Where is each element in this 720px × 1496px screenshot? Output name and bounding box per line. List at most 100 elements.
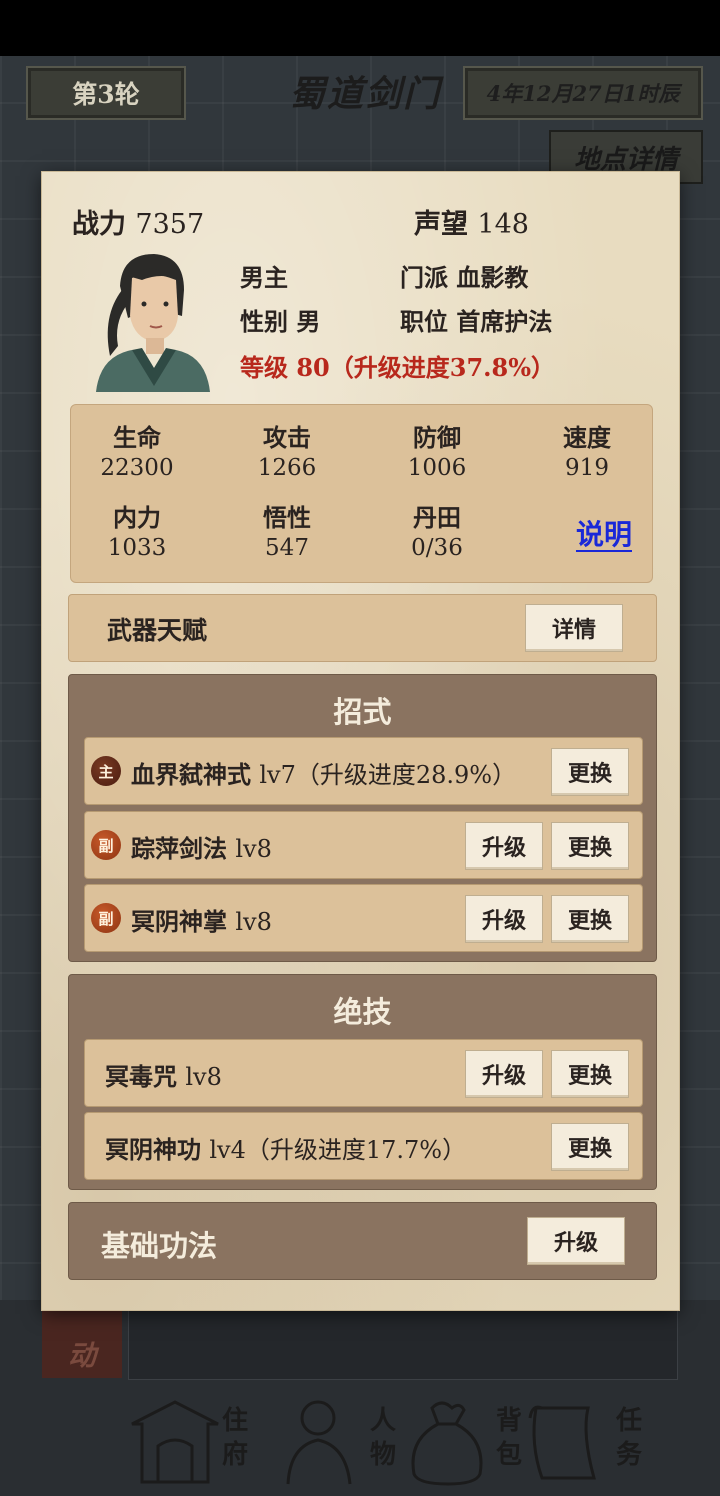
- skill-name: 踪萍剑法 lv8: [131, 829, 272, 864]
- activity-log: [128, 1306, 678, 1380]
- bag-icon: [411, 1401, 483, 1486]
- stat-value: 1266: [257, 455, 317, 481]
- gender-info: 性别 男: [240, 302, 320, 337]
- moves-title: 招式: [333, 695, 392, 729]
- skill-level: lv7（升级进度28.9%）: [259, 761, 517, 789]
- skill-name: 冥阴神功 lv4（升级进度17.7%）: [105, 1130, 466, 1165]
- nav-house[interactable]: 住府: [128, 1394, 278, 1486]
- stat-attack: 攻击 1266: [227, 423, 347, 483]
- skill-title: 冥阴神功: [105, 1135, 201, 1164]
- weapon-talent-row: 武器天赋 详情: [68, 594, 657, 662]
- sect-info: 门派 血影教: [400, 258, 528, 293]
- sub-badge-icon: 副: [91, 903, 121, 933]
- nav-person-label: 人物: [369, 1406, 396, 1470]
- level-progress: 等级 80（升级进度37.8%）: [240, 353, 556, 382]
- replace-button[interactable]: 更换: [551, 895, 629, 943]
- stat-value: 919: [565, 455, 609, 481]
- skill-name: 血界弑神式 lv7（升级进度28.9%）: [131, 755, 516, 790]
- stat-label: 攻击: [263, 423, 311, 452]
- power-value: 7357: [135, 209, 205, 240]
- stat-label: 防御: [413, 423, 461, 452]
- stat-label: 速度: [563, 423, 611, 452]
- skill-row: 主 血界弑神式 lv7（升级进度28.9%） 更换: [84, 737, 643, 805]
- stat-label: 丹田: [413, 503, 461, 532]
- skill-title: 血界弑神式: [131, 760, 251, 789]
- skill-level: lv4（升级进度17.7%）: [209, 1136, 467, 1164]
- prestige-stat: 声望 148: [414, 202, 529, 241]
- moves-section: 招式 主 血界弑神式 lv7（升级进度28.9%） 更换 副 踪萍剑法 lv8 …: [68, 674, 657, 962]
- person-icon: [286, 1400, 352, 1485]
- replace-button[interactable]: 更换: [551, 822, 629, 870]
- basic-upgrade-button[interactable]: 升级: [527, 1217, 625, 1265]
- nav-house-label: 住府: [221, 1406, 248, 1470]
- stat-inner-power: 内力 1033: [77, 503, 197, 563]
- nav-bag-label: 背包: [495, 1406, 522, 1470]
- nav-quest-label: 任务: [615, 1406, 642, 1470]
- gender-value: 男: [296, 307, 321, 336]
- nav-quest[interactable]: 任务: [522, 1394, 672, 1486]
- prestige-value: 148: [477, 209, 529, 240]
- bottom-nav: 住府 人物 背包 任务: [0, 1384, 720, 1496]
- stat-defense: 防御 1006: [377, 423, 497, 483]
- weapon-detail-button[interactable]: 详情: [525, 604, 623, 652]
- house-icon: [131, 1400, 219, 1484]
- skill-name: 冥毒咒 lv8: [105, 1057, 222, 1092]
- stat-value: 0/36: [411, 535, 463, 561]
- skill-title: 冥阴神掌: [131, 907, 227, 936]
- stat-value: 547: [265, 535, 309, 561]
- stat-hp: 生命 22300: [77, 423, 197, 483]
- upgrade-button[interactable]: 升级: [465, 1050, 543, 1098]
- status-bar: [0, 0, 720, 56]
- stat-value: 1006: [407, 455, 467, 481]
- character-panel: 战力 7357 声望 148 男主 门派 血影教 性别 男 职位 首席护法 等级…: [42, 172, 679, 1310]
- replace-button[interactable]: 更换: [551, 748, 629, 796]
- stat-comprehension: 悟性 547: [227, 503, 347, 563]
- skill-title: 踪萍剑法: [131, 834, 227, 863]
- scroll-icon: [528, 1405, 596, 1480]
- skill-row: 冥毒咒 lv8 升级 更换: [84, 1039, 643, 1107]
- upgrade-button[interactable]: 升级: [465, 822, 543, 870]
- replace-button[interactable]: 更换: [551, 1050, 629, 1098]
- weapon-talent-label: 武器天赋: [107, 616, 208, 645]
- sect-value: 血影教: [456, 263, 529, 292]
- upgrade-button[interactable]: 升级: [465, 895, 543, 943]
- replace-button[interactable]: 更换: [551, 1123, 629, 1171]
- stats-grid: 生命 22300 攻击 1266 防御 1006 速度 919 内力 1033 …: [70, 404, 653, 583]
- character-portrait: [96, 254, 210, 392]
- skill-level: lv8: [235, 835, 272, 863]
- stat-value: 1033: [107, 535, 167, 561]
- activity-tab[interactable]: 动: [42, 1306, 122, 1378]
- stat-dantian: 丹田 0/36: [377, 503, 497, 563]
- prestige-label: 声望: [414, 209, 468, 240]
- skill-level: lv8: [235, 908, 272, 936]
- basic-skills-label: 基础功法: [101, 1229, 218, 1263]
- stat-label: 生命: [113, 423, 161, 452]
- sub-badge-icon: 副: [91, 830, 121, 860]
- position-info: 职位 首席护法: [400, 302, 552, 337]
- character-name: 男主: [240, 263, 288, 292]
- skill-row: 冥阴神功 lv4（升级进度17.7%） 更换: [84, 1112, 643, 1180]
- position-value: 首席护法: [456, 307, 553, 336]
- power-label: 战力: [72, 209, 126, 240]
- skill-row: 副 冥阴神掌 lv8 升级 更换: [84, 884, 643, 952]
- gender-label: 性别: [240, 307, 288, 336]
- round-indicator: 第3轮: [26, 66, 186, 120]
- sect-label: 门派: [400, 263, 448, 292]
- main-badge-icon: 主: [91, 756, 121, 786]
- location-title: 蜀道剑门: [288, 73, 441, 115]
- power-stat: 战力 7357: [72, 202, 204, 241]
- stat-speed: 速度 919: [527, 423, 647, 483]
- skill-level: lv8: [185, 1063, 222, 1091]
- stat-label: 内力: [113, 503, 161, 532]
- stat-label: 悟性: [263, 503, 311, 532]
- skill-row: 副 踪萍剑法 lv8 升级 更换: [84, 811, 643, 879]
- ultimates-section: 绝技 冥毒咒 lv8 升级 更换 冥阴神功 lv4（升级进度17.7%） 更换: [68, 974, 657, 1190]
- skill-name: 冥阴神掌 lv8: [131, 902, 272, 937]
- date-display: 4年12月27日1时辰: [463, 66, 703, 120]
- ultimates-title: 绝技: [333, 995, 392, 1029]
- position-label: 职位: [400, 307, 448, 336]
- stats-explain-link[interactable]: 说明: [559, 513, 649, 553]
- basic-skills-row: 基础功法 升级: [68, 1202, 657, 1280]
- skill-title: 冥毒咒: [105, 1062, 177, 1091]
- stat-value: 22300: [100, 455, 174, 481]
